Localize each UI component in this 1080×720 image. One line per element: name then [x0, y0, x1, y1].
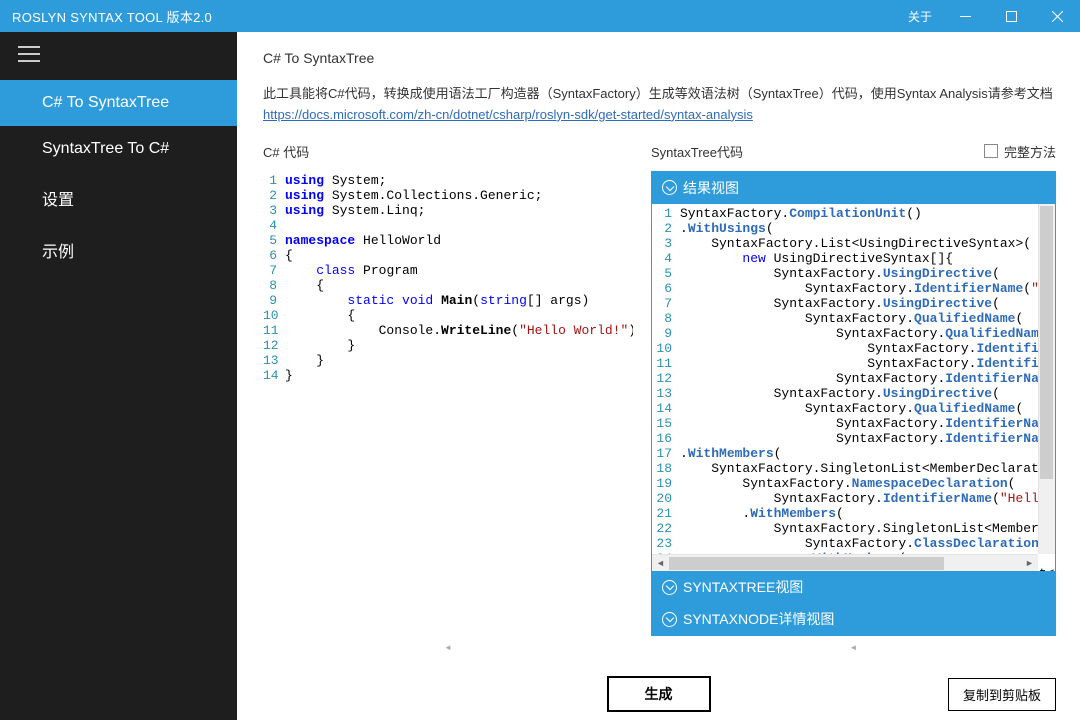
- chevron-down-icon: [662, 612, 677, 627]
- split-toggle-left[interactable]: [263, 636, 633, 658]
- nav-list: C# To SyntaxTreeSyntaxTree To C#设置示例: [0, 80, 237, 276]
- close-button[interactable]: [1034, 0, 1080, 32]
- syntaxtree-column: SyntaxTree代码 完整方法 结果视图 1SyntaxFactory.Co…: [651, 142, 1056, 658]
- minimize-button[interactable]: [942, 0, 988, 32]
- full-method-label: 完整方法: [1004, 142, 1056, 161]
- split-toggle-right[interactable]: [651, 636, 1056, 658]
- chevron-down-icon: [662, 580, 677, 595]
- generate-button[interactable]: 生成: [607, 676, 711, 712]
- sidebar: C# To SyntaxTreeSyntaxTree To C#设置示例: [0, 32, 237, 720]
- section-result-label: 结果视图: [683, 178, 739, 198]
- main-panel: C# To SyntaxTree 此工具能将C#代码，转换成使用语法工厂构造器（…: [237, 32, 1080, 720]
- full-method-checkbox[interactable]: [984, 144, 998, 158]
- section-syntaxnode-label: SYNTAXNODE详情视图: [683, 609, 834, 629]
- nav-item-1[interactable]: SyntaxTree To C#: [0, 126, 237, 172]
- hamburger-icon: [18, 46, 40, 62]
- maximize-button[interactable]: [988, 0, 1034, 32]
- footer: 生成 复制到剪贴板: [237, 668, 1080, 720]
- csharp-column: C# 代码 1using System;2using System.Collec…: [263, 142, 633, 658]
- hamburger-menu[interactable]: [0, 32, 237, 80]
- section-syntaxnode-header[interactable]: SYNTAXNODE详情视图: [652, 603, 1055, 635]
- result-code-area[interactable]: 1SyntaxFactory.CompilationUnit()2.WithUs…: [652, 204, 1055, 571]
- csharp-header: C# 代码: [263, 142, 309, 161]
- nav-item-3[interactable]: 示例: [0, 224, 237, 276]
- horizontal-scrollbar[interactable]: ◄►: [652, 554, 1038, 571]
- section-syntaxtree-label: SYNTAXTREE视图: [683, 577, 803, 597]
- about-link[interactable]: 关于: [902, 8, 938, 25]
- vertical-scrollbar[interactable]: [1038, 204, 1055, 554]
- nav-item-0[interactable]: C# To SyntaxTree: [0, 80, 237, 126]
- nav-item-2[interactable]: 设置: [0, 172, 237, 224]
- copy-clipboard-button[interactable]: 复制到剪贴板: [948, 678, 1056, 711]
- page-title: C# To SyntaxTree: [263, 50, 1056, 66]
- chevron-down-icon: [662, 180, 677, 195]
- desc-text: 此工具能将C#代码，转换成使用语法工厂构造器（SyntaxFactory）生成等…: [263, 86, 1053, 101]
- titlebar: ROSLYN SYNTAX TOOL 版本2.0 关于: [0, 0, 1080, 32]
- section-result-header[interactable]: 结果视图: [652, 172, 1055, 204]
- doc-link[interactable]: https://docs.microsoft.com/zh-cn/dotnet/…: [263, 107, 753, 122]
- page-description: 此工具能将C#代码，转换成使用语法工厂构造器（SyntaxFactory）生成等…: [263, 84, 1056, 126]
- section-syntaxtree-header[interactable]: SYNTAXTREE视图: [652, 571, 1055, 603]
- csharp-editor[interactable]: 1using System;2using System.Collections.…: [263, 171, 633, 636]
- app-title: ROSLYN SYNTAX TOOL 版本2.0: [12, 7, 902, 26]
- syntaxtree-header: SyntaxTree代码: [651, 142, 743, 161]
